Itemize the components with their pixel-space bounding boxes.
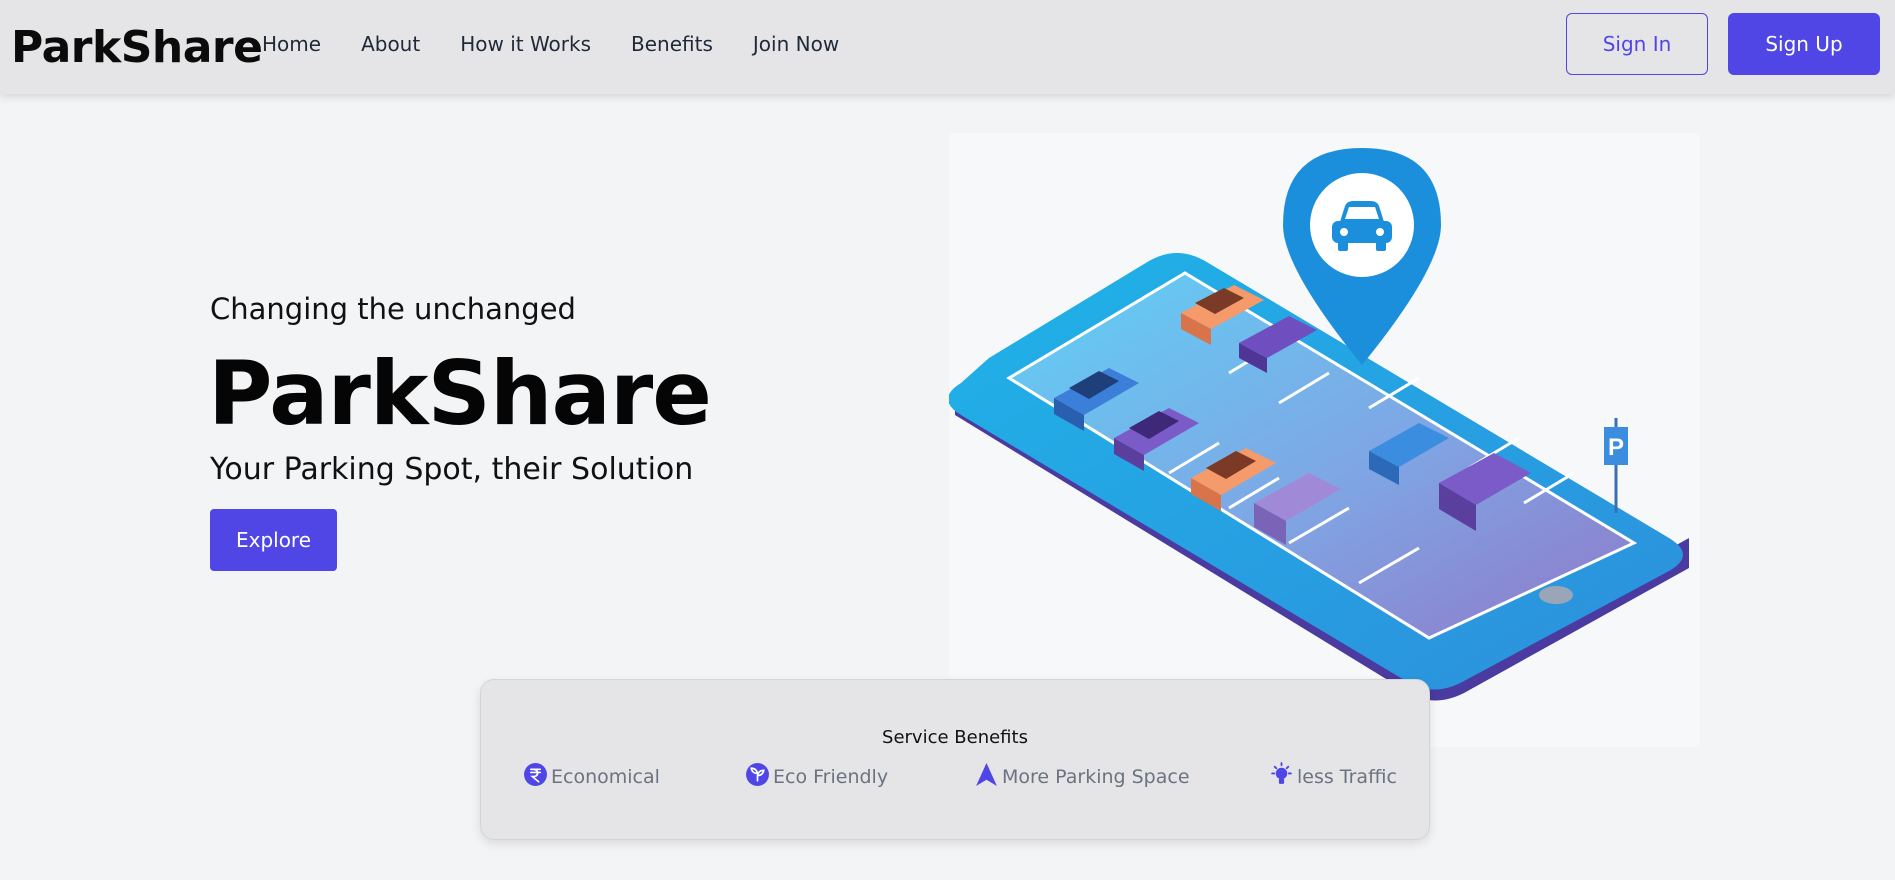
benefit-label: less Traffic [1297, 766, 1397, 788]
sign-in-button[interactable]: Sign In [1566, 13, 1708, 75]
hero-subtitle: Your Parking Spot, their Solution [210, 452, 694, 487]
parking-app-illustration: P [948, 148, 1689, 701]
phone-home-button [1539, 586, 1573, 604]
nav-links: Home About How it Works Benefits Join No… [262, 32, 879, 56]
sign-up-button[interactable]: Sign Up [1728, 13, 1880, 75]
explore-button[interactable]: Explore [210, 509, 337, 571]
benefit-label: Eco Friendly [773, 766, 889, 788]
hero-tagline: Changing the unchanged [210, 292, 576, 326]
benefit-label: Economical [551, 766, 660, 788]
benefit-label: More Parking Space [1002, 766, 1190, 788]
lightbulb-icon [1269, 762, 1294, 792]
leaf-icon [745, 762, 770, 792]
brand-logo[interactable]: ParkShare [11, 22, 263, 73]
nav-link-home[interactable]: Home [262, 32, 321, 56]
nav-link-about[interactable]: About [361, 32, 420, 56]
benefit-less-traffic: less Traffic [1269, 762, 1397, 792]
rupee-icon [523, 762, 548, 792]
nav-link-benefits[interactable]: Benefits [631, 32, 713, 56]
benefit-economical: Economical [523, 762, 660, 792]
svg-text:P: P [1608, 434, 1624, 461]
benefit-eco-friendly: Eco Friendly [745, 762, 888, 792]
hero-illustration: P [948, 133, 1700, 747]
hero-title: ParkShare [208, 342, 712, 445]
nav-link-join-now[interactable]: Join Now [753, 32, 839, 56]
arrow-up-icon [974, 762, 999, 792]
service-benefits-card: Service Benefits Economical Eco Friendly… [480, 679, 1430, 840]
parking-sign-icon: P [1604, 418, 1628, 513]
benefit-more-parking-space: More Parking Space [974, 762, 1190, 792]
benefits-title: Service Benefits [882, 727, 1028, 748]
nav-link-how-it-works[interactable]: How it Works [460, 32, 591, 56]
navbar: ParkShare Home About How it Works Benefi… [0, 0, 1895, 94]
